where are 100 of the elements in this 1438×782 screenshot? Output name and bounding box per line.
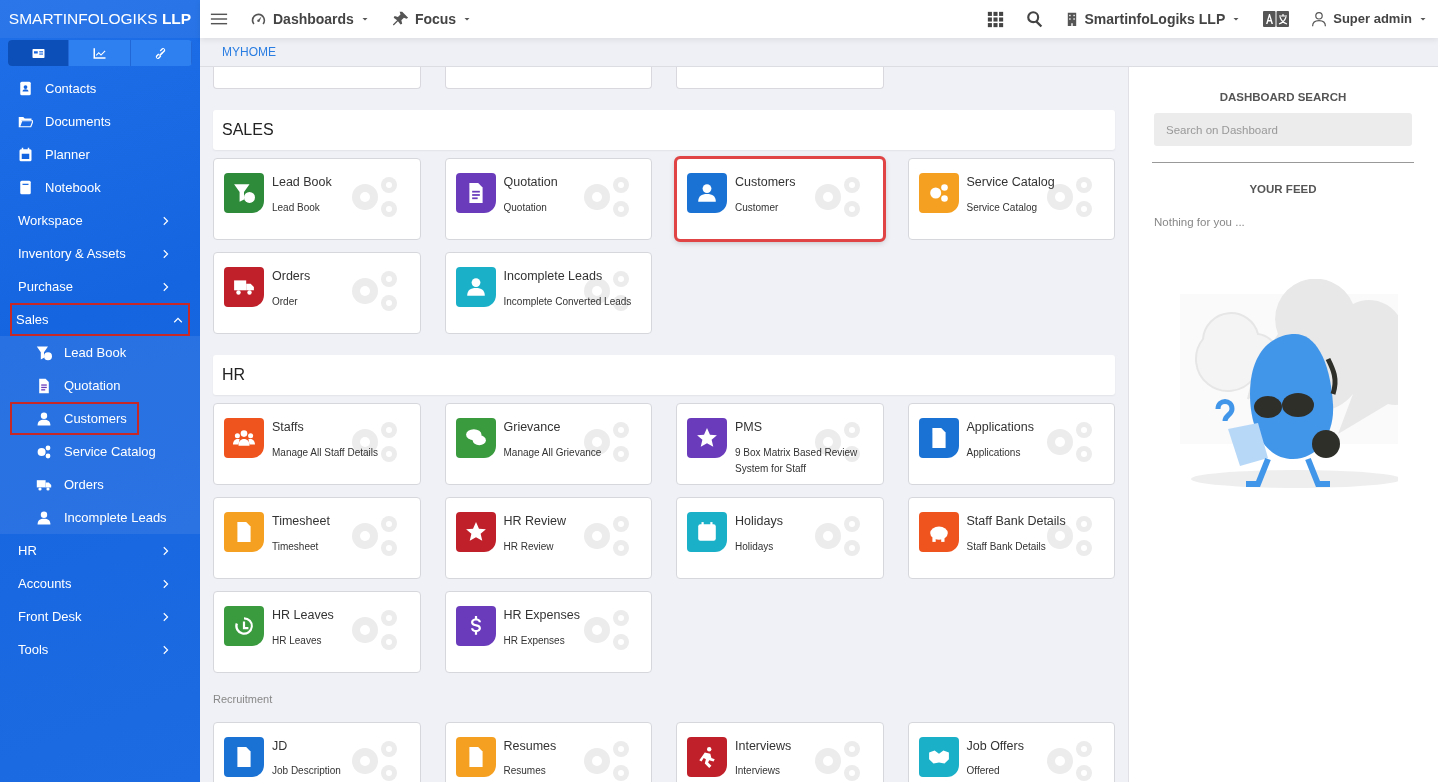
- apps-grid-button[interactable]: [987, 10, 1005, 28]
- module-card[interactable]: Applications Applications: [907, 403, 1115, 485]
- module-card[interactable]: Grievance Manage All Grievance: [444, 403, 652, 485]
- card-title: Timesheet: [272, 513, 330, 530]
- module-card[interactable]: Job Offers Offered: [907, 721, 1115, 782]
- search-icon: [1026, 10, 1045, 28]
- section-header: SALES: [213, 110, 1115, 150]
- card-subtitle: HR Review: [503, 539, 555, 554]
- dropdown-button[interactable]: Focus: [391, 8, 473, 30]
- grid-icon: [987, 10, 1005, 28]
- user-menu[interactable]: Super admin: [1311, 9, 1428, 29]
- module-card[interactable]: HR Review HR Review: [444, 497, 652, 579]
- module-card[interactable]: Interviews Interviews: [676, 721, 884, 782]
- search-button[interactable]: [1026, 10, 1045, 28]
- sidebar-tab[interactable]: [8, 40, 70, 66]
- module-card[interactable]: Incomplete Leads Incomplete Converted Leads: [444, 252, 652, 334]
- card-title: Job Offers: [966, 737, 1024, 755]
- sidebar-subitem[interactable]: Service Catalog: [10, 435, 168, 468]
- sidebar-item[interactable]: Sales: [10, 303, 190, 336]
- card-subtitle: Service Catalog: [966, 200, 1039, 215]
- building-icon: [1066, 12, 1079, 26]
- gears-icon: [36, 443, 52, 460]
- sidebar-item[interactable]: Contacts: [0, 72, 190, 105]
- card-subtitle: Customer: [735, 200, 780, 215]
- module-card[interactable]: Quotation Quotation: [444, 158, 652, 240]
- card-title: Customers: [735, 174, 796, 191]
- panel-heading: DASHBOARD SEARCH: [1218, 90, 1348, 105]
- module-card[interactable]: Customers Customer: [676, 158, 884, 240]
- sidebar-subitem[interactable]: Customers: [10, 402, 139, 435]
- sidebar-subitem[interactable]: Quotation: [10, 369, 133, 402]
- calendar-icon: [696, 521, 718, 543]
- card-title: Resumes: [503, 737, 557, 755]
- module-card[interactable]: Timesheet Timesheet: [213, 497, 421, 579]
- card-title: Staffs: [272, 419, 305, 436]
- card-subtitle: HR Leaves: [272, 633, 323, 648]
- funnel-icon: [233, 182, 255, 204]
- user-icon: [1311, 11, 1328, 27]
- dropdown-button[interactable]: Dashboards: [250, 8, 370, 30]
- empty-feed-text: Nothing for you ...: [1154, 214, 1246, 230]
- star-icon: [464, 521, 487, 543]
- module-card[interactable]: Holidays Holidays: [676, 497, 884, 579]
- card-title: Applications: [966, 419, 1034, 436]
- module-card[interactable]: Lead Book Lead Book: [213, 158, 421, 240]
- star-icon: [696, 427, 718, 449]
- section-header: HR: [213, 355, 1115, 395]
- sidebar-item[interactable]: HR: [0, 534, 190, 567]
- sidebar-item[interactable]: Workspace: [0, 204, 190, 237]
- company-dropdown[interactable]: SmartinfoLogiks LLP: [1066, 8, 1242, 30]
- sidebar-item[interactable]: Accounts: [0, 567, 190, 600]
- sidebar-subitem[interactable]: Incomplete Leads: [10, 501, 179, 534]
- module-card[interactable]: Orders Order: [213, 252, 421, 334]
- module-card[interactable]: HR Leaves HR Leaves: [213, 591, 421, 673]
- card-title: Orders: [272, 268, 311, 285]
- breadcrumb-link[interactable]: MYHOME: [222, 43, 276, 61]
- person-icon: [464, 276, 487, 298]
- sidebar-item[interactable]: Planner: [0, 138, 190, 171]
- card-subtitle: Incomplete Converted Leads: [503, 294, 632, 309]
- sidebar-item[interactable]: Documents: [0, 105, 190, 138]
- sidebar-item[interactable]: Front Desk: [0, 600, 190, 633]
- sidebar-item[interactable]: Notebook: [0, 171, 190, 204]
- module-card[interactable]: Staffs Manage All Staff Details: [213, 403, 421, 485]
- panel-heading: YOUR FEED: [1248, 182, 1318, 198]
- sidebar-subitem[interactable]: Lead Book: [10, 336, 139, 369]
- search-field[interactable]: Search on Dashboard: [1154, 113, 1412, 147]
- card-subtitle: Resumes: [503, 764, 547, 779]
- document-icon: [36, 377, 52, 394]
- translate-icon: [1263, 11, 1290, 27]
- notebook-icon: [18, 180, 33, 195]
- card-subtitle: Manage All Grievance: [503, 445, 602, 460]
- brand-title: SMARTINFOLOGIKS LLP: [0, 0, 200, 38]
- module-card[interactable]: HR Expenses HR Expenses: [444, 591, 652, 673]
- card-subtitle: Staff Bank Details: [966, 539, 1047, 554]
- funnel-icon: [36, 344, 52, 361]
- person-icon: [36, 410, 52, 427]
- sidebar-subitem[interactable]: Orders: [10, 468, 130, 501]
- calendar-icon: [18, 147, 33, 162]
- people-icon: [233, 427, 255, 449]
- clock-icon: [233, 615, 255, 637]
- card-title: Quotation: [503, 174, 558, 191]
- module-card[interactable]: Service Catalog Service Catalog: [907, 158, 1115, 240]
- card-subtitle: Holidays: [735, 539, 775, 554]
- card-title: Holidays: [735, 513, 783, 530]
- card-subtitle: Manage All Staff Details: [272, 445, 378, 460]
- module-card[interactable]: PMS 9 Box Matrix Based Review System for Staff: [676, 403, 884, 485]
- sidebar-item[interactable]: Inventory & Assets: [0, 237, 190, 270]
- language-button[interactable]: [1263, 11, 1290, 27]
- card-subtitle: Interviews: [735, 764, 781, 779]
- module-card[interactable]: Staff Bank Details Staff Bank Details: [907, 497, 1115, 579]
- sidebar-item[interactable]: Purchase: [0, 270, 190, 303]
- module-card[interactable]: Resumes Resumes: [444, 721, 652, 782]
- sidebar-item[interactable]: Tools: [0, 633, 190, 666]
- card-subtitle: Offered: [966, 764, 1001, 779]
- card-subtitle: Timesheet: [272, 539, 320, 554]
- card-subtitle: HR Expenses: [503, 633, 566, 648]
- contact-book-icon: [18, 81, 33, 96]
- card-subtitle: 9 Box Matrix Based Review System for Staff: [735, 445, 859, 476]
- person-icon: [36, 509, 52, 526]
- card-title: Interviews: [735, 737, 792, 755]
- module-card[interactable]: JD Job Description: [213, 721, 421, 782]
- person-icon: [696, 182, 718, 204]
